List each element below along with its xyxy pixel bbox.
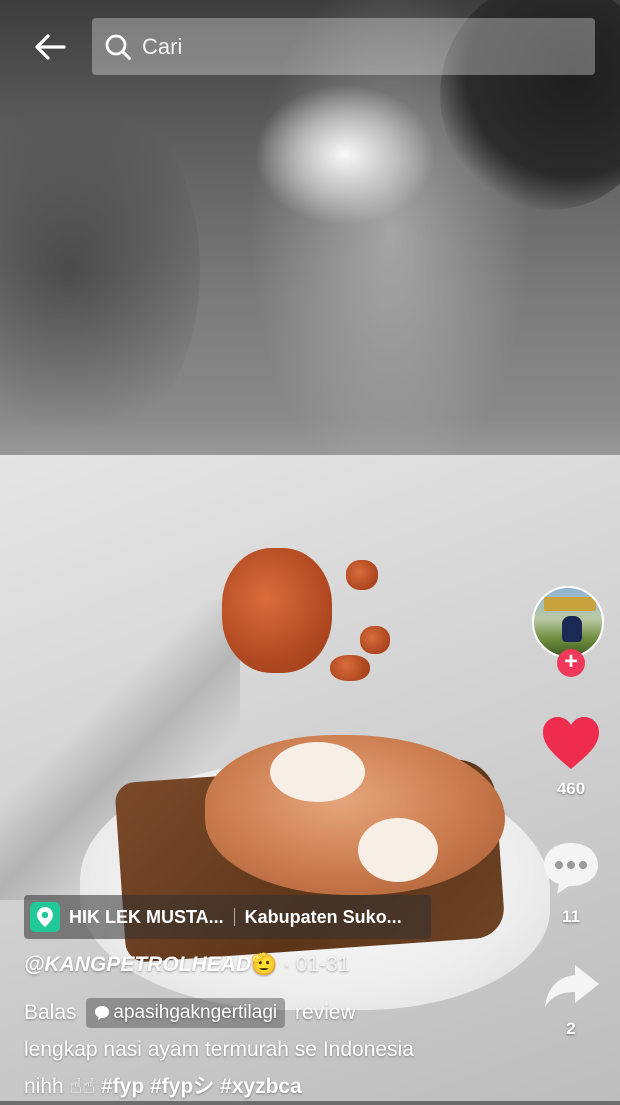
video-sambal xyxy=(222,548,332,673)
back-arrow-icon xyxy=(35,34,66,60)
location-chip[interactable]: HIK LEK MUSTA... Kabupaten Suko... xyxy=(24,895,431,939)
heart-icon xyxy=(543,717,599,769)
comment-button[interactable]: 11 xyxy=(536,840,606,927)
comment-bubble-icon xyxy=(94,1005,110,1021)
search-icon xyxy=(104,33,132,61)
caption-line1-tail: review xyxy=(294,1001,356,1024)
location-divider xyxy=(233,908,235,926)
hashtag[interactable]: #xyzbca xyxy=(220,1075,302,1098)
reply-prefix: Balas xyxy=(24,1001,77,1024)
share-button[interactable]: 2 xyxy=(536,962,606,1039)
follow-button[interactable]: + xyxy=(557,649,585,677)
location-name: HIK LEK MUSTA... xyxy=(69,906,224,927)
author-username[interactable]: @KANGPETROLHEAD xyxy=(24,953,251,976)
author-emoji: 🫡 xyxy=(250,953,278,976)
location-pin-icon xyxy=(30,902,60,932)
comment-icon xyxy=(544,843,598,894)
search-placeholder: Cari xyxy=(142,33,183,59)
share-icon xyxy=(545,965,599,1007)
share-count: 2 xyxy=(566,1019,576,1038)
like-count: 460 xyxy=(556,779,586,798)
video-shadow xyxy=(0,80,200,460)
hashtag[interactable]: #fyp xyxy=(101,1075,144,1098)
search-input[interactable]: Cari xyxy=(92,18,595,75)
video-crumb xyxy=(270,742,365,802)
author-line: @KANGPETROLHEAD🫡 · 01-31 xyxy=(24,953,350,977)
reply-user-chip[interactable]: apasihgakngertilagi xyxy=(86,998,286,1029)
location-region: Kabupaten Suko... xyxy=(244,906,402,927)
back-button[interactable] xyxy=(22,24,78,70)
avatar-sign xyxy=(544,597,596,611)
video-crumb xyxy=(358,818,438,882)
reply-user: apasihgakngertilagi xyxy=(113,1002,278,1024)
post-date: 01-31 xyxy=(295,953,350,976)
avatar-rider xyxy=(562,616,582,642)
caption: Balas apasihgakngertilagi review lengkap… xyxy=(24,994,494,1105)
caption-line3-start: nihh ☝☝ xyxy=(24,1075,96,1098)
date-separator: · xyxy=(277,953,296,976)
video-sambal xyxy=(360,626,390,654)
caption-line2: lengkap nasi ayam termurah se Indonesia xyxy=(24,1038,414,1061)
video-sambal xyxy=(330,655,370,681)
hashtag[interactable]: #fypシ xyxy=(150,1075,214,1098)
comment-count: 11 xyxy=(562,907,580,926)
plus-icon: + xyxy=(563,648,578,675)
video-sambal xyxy=(346,560,378,590)
like-button[interactable]: 460 xyxy=(536,716,606,799)
